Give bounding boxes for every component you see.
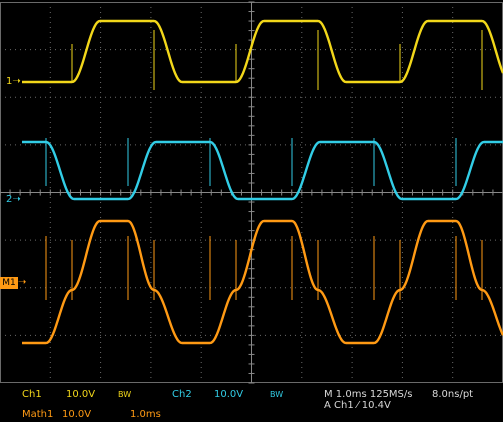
graticule <box>0 1 503 384</box>
math1-marker-label: M1 <box>2 278 16 288</box>
ch1-scale: 10.0V <box>66 389 96 400</box>
ch2-label[interactable]: Ch2 <box>172 389 192 401</box>
ch1-bandwidth-badge: BW <box>118 390 132 399</box>
math1-marker[interactable]: M1 <box>0 277 18 289</box>
waveform-display <box>0 1 503 384</box>
trigger-readout: A Ch1 ⁄ 10.4V <box>324 400 391 411</box>
arrow-right-icon: ➝ <box>12 194 21 205</box>
ch2-scale: 10.0V <box>214 389 244 400</box>
math1-scale: 10.0V <box>62 409 92 420</box>
oscilloscope-screen: 1➝ 2➝ M1 ➝ Ch1 10.0V BW Ch2 10.0V BW M 1… <box>0 0 503 422</box>
ch2-marker[interactable]: 2➝ <box>6 194 21 206</box>
sample-interval-readout: 8.0ns/pt <box>432 389 474 400</box>
ch1-label[interactable]: Ch1 <box>22 389 42 401</box>
arrow-right-icon: ➝ <box>12 76 21 87</box>
math1-waveform <box>21 219 503 345</box>
ch1-waveform <box>21 19 503 84</box>
math1-label[interactable]: Math1 <box>22 409 53 421</box>
ch2-bandwidth-badge: BW <box>270 390 284 399</box>
ch1-marker[interactable]: 1➝ <box>6 76 21 88</box>
arrow-right-icon: ➝ <box>18 277 27 288</box>
ch2-waveform <box>21 140 503 201</box>
math1-time: 1.0ms <box>130 409 161 420</box>
glitch-spikes <box>45 30 483 300</box>
